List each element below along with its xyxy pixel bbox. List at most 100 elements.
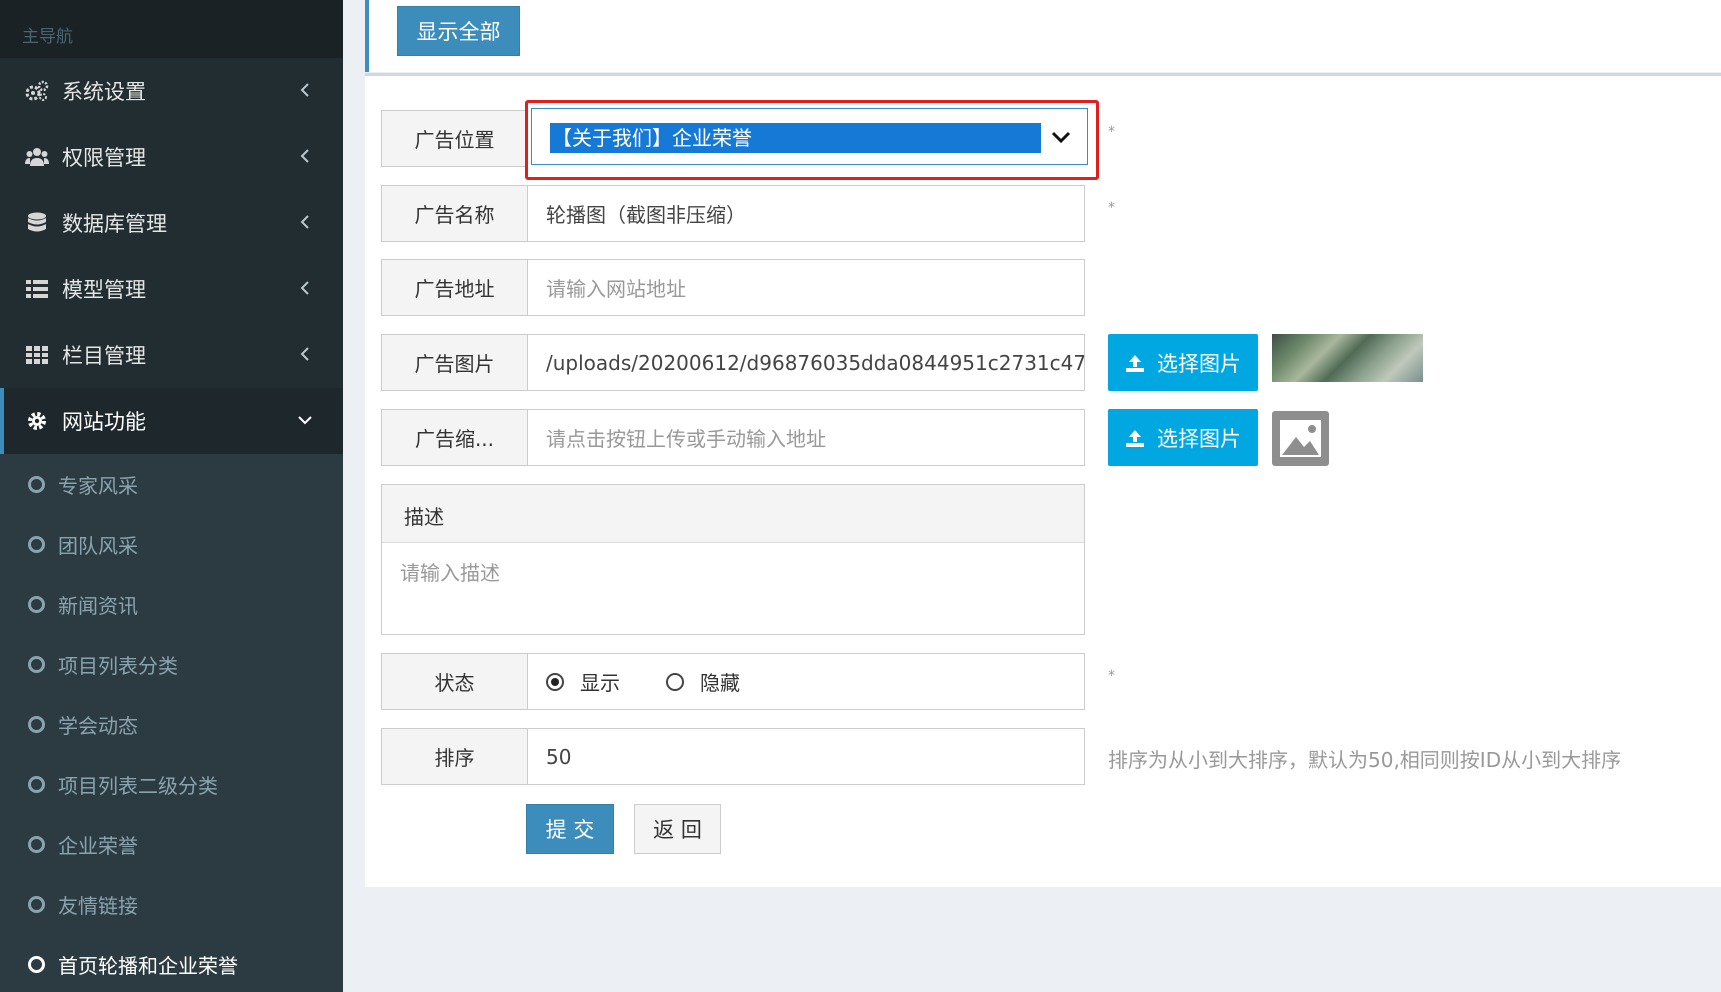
upload-icon: [1125, 353, 1145, 373]
chevron-left-icon: [295, 80, 315, 100]
submenu-label: 项目列表分类: [58, 653, 178, 678]
chevron-left-icon: [295, 212, 315, 232]
image-input[interactable]: /uploads/20200612/d96876035dda0844951c27…: [528, 334, 1085, 391]
submenu-label: 项目列表二级分类: [58, 773, 218, 798]
sidebar: 主导航 系统设置 权限管理 数据库管理 模型管理 栏目管理 网站功能 专家风采 …: [0, 0, 343, 992]
row-url: 广告地址 请输入网站地址: [381, 259, 1085, 316]
sort-hint: 排序为从小到大排序，默认为50,相同则按ID从小到大排序: [1108, 748, 1622, 772]
thumb-input[interactable]: 请点击按钮上传或手动输入地址: [528, 409, 1085, 466]
menu-permissions[interactable]: 权限管理: [0, 124, 343, 190]
sort-input[interactable]: 50: [528, 728, 1085, 785]
position-selected-value: 【关于我们】企业荣誉: [550, 123, 1041, 153]
image-placeholder-icon: [1272, 411, 1329, 466]
upload-icon: [1125, 428, 1145, 448]
menu-label: 模型管理: [62, 278, 146, 302]
name-input[interactable]: 轮播图（截图非压缩）: [528, 185, 1085, 242]
chevron-left-icon: [295, 278, 315, 298]
highlight-box: 【关于我们】企业荣誉: [525, 100, 1099, 180]
radio-show-label: 显示: [580, 671, 620, 695]
image-label: 广告图片: [381, 334, 528, 391]
gears-icon: [24, 80, 50, 102]
submenu-item[interactable]: 专家风采: [0, 454, 343, 514]
chevron-left-icon: [295, 146, 315, 166]
choose-thumb-button[interactable]: 选择图片: [1108, 409, 1258, 466]
users-icon: [24, 146, 50, 168]
description-textarea[interactable]: 请输入描述: [382, 543, 1084, 586]
submenu-item[interactable]: 项目列表分类: [0, 634, 343, 694]
grid-icon: [24, 344, 50, 366]
submenu-label: 新闻资讯: [58, 593, 138, 618]
menu-system-settings[interactable]: 系统设置: [0, 58, 343, 124]
menu-label: 网站功能: [62, 410, 146, 434]
chevron-down-icon: [1049, 125, 1073, 149]
required-marker: *: [1108, 200, 1115, 216]
menu-columns[interactable]: 栏目管理: [0, 322, 343, 388]
row-name: 广告名称 轮播图（截图非压缩）: [381, 185, 1085, 242]
database-icon: [24, 212, 50, 234]
menu-label: 权限管理: [62, 146, 146, 170]
submenu-website-functions: 专家风采 团队风采 新闻资讯 项目列表分类 学会动态 项目列表二级分类 企业荣誉…: [0, 454, 343, 992]
submenu-label: 首页轮播和企业荣誉: [58, 953, 238, 978]
menu-label: 栏目管理: [62, 344, 146, 368]
list-icon: [24, 278, 50, 300]
toolbar: 显示全部: [365, 0, 1721, 72]
show-all-button[interactable]: 显示全部: [397, 6, 520, 56]
url-label: 广告地址: [381, 259, 528, 316]
description-box: 描述 请输入描述: [381, 484, 1085, 635]
circle-icon: [28, 655, 45, 673]
submenu-label: 团队风采: [58, 533, 138, 558]
radio-hide[interactable]: [666, 672, 684, 691]
submenu-item[interactable]: 团队风采: [0, 514, 343, 574]
circle-icon: [28, 775, 45, 793]
submenu-item[interactable]: 新闻资讯: [0, 574, 343, 634]
submenu-label: 企业荣誉: [58, 833, 138, 858]
radio-show[interactable]: [546, 672, 564, 691]
submenu-label: 友情链接: [58, 893, 138, 918]
menu-website-functions[interactable]: 网站功能: [0, 388, 343, 454]
circle-icon: [28, 955, 45, 973]
row-status: 状态 显示 隐藏: [381, 653, 1085, 710]
status-label: 状态: [381, 653, 528, 710]
circle-icon: [28, 475, 45, 493]
circle-icon: [28, 835, 45, 853]
description-label: 描述: [382, 485, 1084, 543]
submenu-item[interactable]: 企业荣誉: [0, 814, 343, 874]
row-position: 广告位置: [381, 110, 528, 167]
submit-button[interactable]: 提 交: [526, 804, 614, 854]
menu-models[interactable]: 模型管理: [0, 256, 343, 322]
status-radio-group: 显示 隐藏: [528, 653, 1085, 710]
position-select[interactable]: 【关于我们】企业荣誉: [531, 108, 1088, 165]
chevron-left-icon: [295, 344, 315, 364]
row-image: 广告图片 /uploads/20200612/d96876035dda08449…: [381, 334, 1085, 391]
circle-icon: [28, 715, 45, 733]
row-thumb: 广告缩... 请点击按钮上传或手动输入地址: [381, 409, 1085, 466]
gear-icon: [24, 410, 50, 432]
submenu-label: 专家风采: [58, 473, 138, 498]
chevron-down-icon: [295, 410, 315, 430]
choose-image-button[interactable]: 选择图片: [1108, 334, 1258, 391]
choose-image-label: 选择图片: [1157, 351, 1241, 376]
name-label: 广告名称: [381, 185, 528, 242]
sort-label: 排序: [381, 728, 528, 785]
submenu-item[interactable]: 友情链接: [0, 874, 343, 934]
sidebar-header: 主导航: [0, 0, 343, 58]
back-button[interactable]: 返 回: [634, 804, 721, 854]
row-sort: 排序 50: [381, 728, 1085, 785]
required-marker: *: [1108, 668, 1115, 684]
submenu-item[interactable]: 学会动态: [0, 694, 343, 754]
thumb-label: 广告缩...: [381, 409, 528, 466]
circle-icon: [28, 535, 45, 553]
radio-hide-label: 隐藏: [700, 671, 740, 695]
submenu-label: 学会动态: [58, 713, 138, 738]
circle-icon: [28, 895, 45, 913]
menu-label: 系统设置: [62, 80, 146, 104]
submenu-item[interactable]: 项目列表二级分类: [0, 754, 343, 814]
position-label: 广告位置: [381, 110, 528, 167]
menu-database[interactable]: 数据库管理: [0, 190, 343, 256]
choose-thumb-label: 选择图片: [1157, 426, 1241, 451]
submenu-item-current[interactable]: 首页轮播和企业荣誉: [0, 934, 343, 992]
required-marker: *: [1108, 124, 1115, 140]
menu-label: 数据库管理: [62, 212, 167, 236]
url-input[interactable]: 请输入网站地址: [528, 259, 1085, 316]
image-thumbnail: [1272, 334, 1423, 382]
